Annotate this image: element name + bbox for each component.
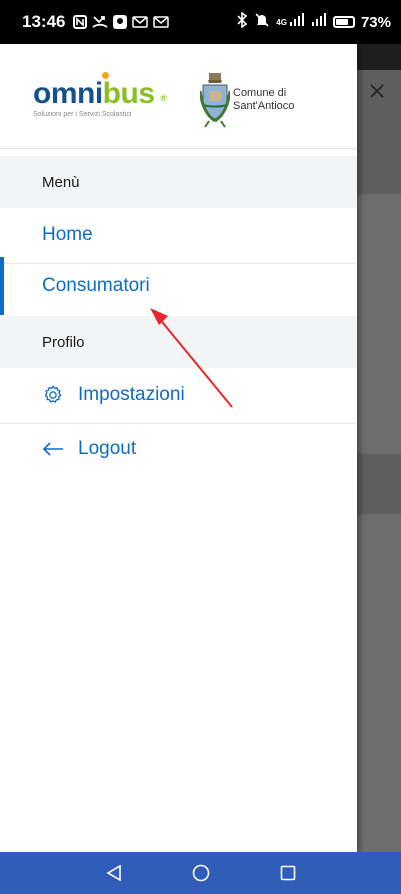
nav-item-home[interactable]: Home — [0, 206, 357, 264]
navigation-drawer: omnibus ® Soluzioni per i Servizi Scolas… — [0, 44, 357, 852]
status-right: 4G 73% — [236, 11, 391, 32]
signal-icon-2 — [311, 13, 327, 31]
arrow-left-icon — [42, 438, 64, 460]
logo-dot — [102, 72, 109, 79]
battery-icon — [332, 16, 355, 28]
network-type: 4G — [276, 17, 287, 27]
nav-item-logout-label: Logout — [78, 438, 137, 459]
signal-icon — [289, 13, 305, 31]
nav-item-consumers[interactable]: Consumatori — [0, 257, 357, 315]
system-nav-bar — [0, 852, 401, 894]
municipality-line2: Sant'Antioco — [233, 100, 295, 112]
nav-item-logout[interactable]: Logout — [0, 420, 357, 478]
status-time: 13:46 — [22, 12, 66, 31]
omnibus-logo: omnibus ® Soluzioni per i Servizi Scolas… — [33, 72, 167, 118]
background-card — [356, 194, 401, 454]
background-card-2 — [356, 514, 401, 854]
back-button[interactable] — [99, 858, 129, 888]
bluetooth-icon — [236, 11, 248, 32]
background-app — [356, 44, 401, 854]
nav-item-settings-label: Impostazioni — [78, 383, 185, 405]
logo-text-bus: bus — [102, 77, 155, 110]
mute-icon — [254, 12, 270, 32]
municipality-crest — [200, 73, 230, 128]
section-profile: Profilo — [0, 316, 357, 368]
back-triangle-icon — [105, 864, 121, 882]
recents-button[interactable] — [273, 858, 303, 888]
mail-icon — [132, 16, 149, 28]
nav-item-home-label: Home — [42, 223, 93, 245]
close-button[interactable] — [364, 78, 390, 104]
nav-item-settings[interactable]: Impostazioni — [0, 366, 357, 424]
section-menu: Menù — [0, 156, 357, 208]
gear-icon — [42, 384, 64, 406]
recents-square-icon — [280, 865, 295, 881]
background-header — [356, 44, 401, 70]
home-circle-icon — [192, 864, 209, 882]
mail-icon-2 — [153, 16, 170, 28]
close-icon — [370, 84, 384, 98]
registered-mark: ® — [160, 93, 167, 103]
municipality-line1: Comune di — [233, 87, 287, 99]
nfc-icon — [73, 15, 88, 29]
status-bar: 13:46 4G 73% — [0, 0, 401, 44]
battery-level: 73% — [360, 13, 391, 31]
logo-text-omni: omni — [33, 77, 103, 110]
notification-icons — [73, 15, 170, 29]
home-button[interactable] — [186, 858, 216, 888]
drawer-header: omnibus ® Soluzioni per i Servizi Scolas… — [0, 44, 357, 149]
nav-item-consumers-label: Consumatori — [42, 275, 150, 296]
logo-tagline: Soluzioni per i Servizi Scolastici — [33, 111, 132, 118]
municipality-name: Comune di Sant'Antioco — [233, 87, 294, 113]
app-notification-icon — [113, 15, 128, 29]
missed-call-icon — [92, 15, 109, 29]
